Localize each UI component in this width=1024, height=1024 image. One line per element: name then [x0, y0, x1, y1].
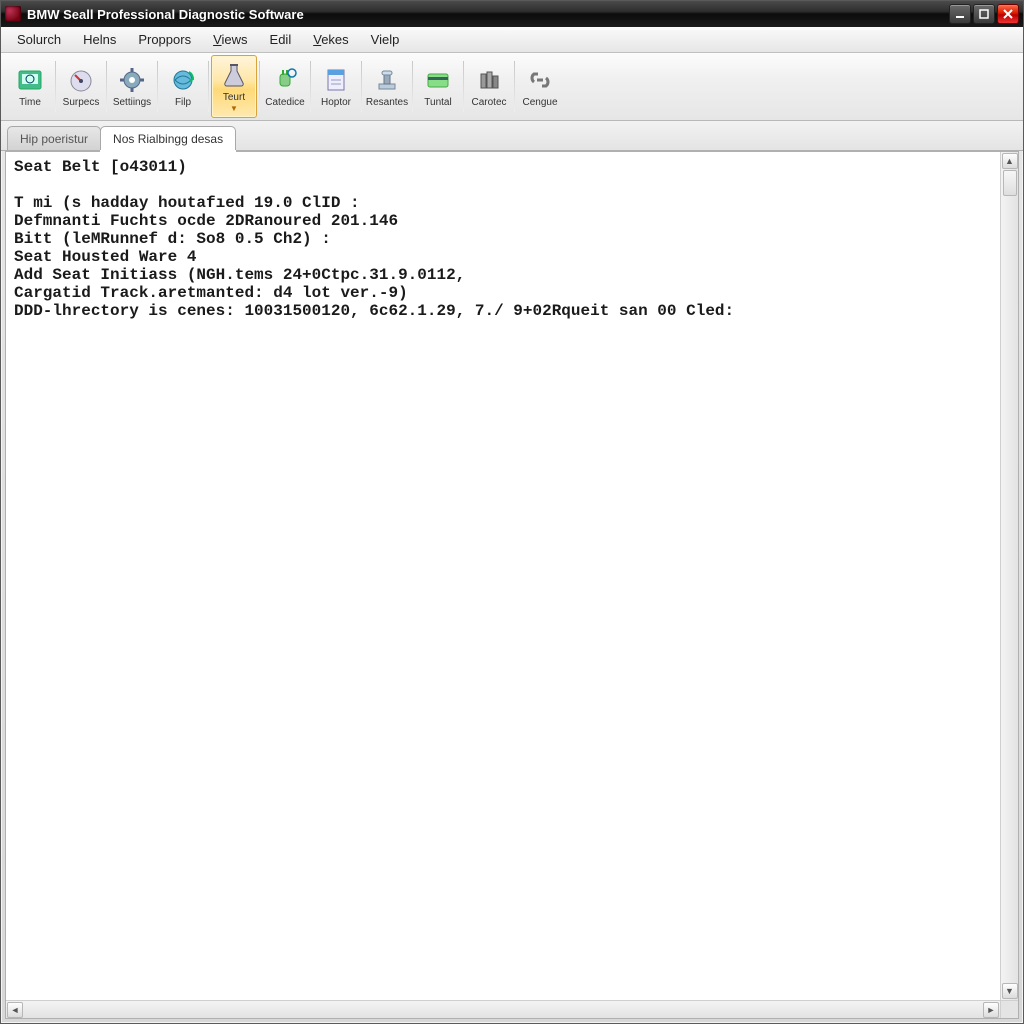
output-text: Seat Belt [o43011) T mi (s hadday houtaf… [6, 152, 1000, 1000]
flask-icon [219, 60, 249, 90]
toolbar: Time Surpecs Settiings Filp Teurt▼ Catedice Ho… [1, 53, 1023, 121]
carotec-label: Carotec [471, 98, 506, 108]
menu-vielp[interactable]: Vielp [361, 30, 410, 49]
app-window: BMW Seall Professional Diagnostic Softwa… [0, 0, 1024, 1024]
horizontal-scrollbar[interactable]: ◄ ► [6, 1000, 1000, 1018]
surpecs-button[interactable]: Surpecs [58, 55, 104, 118]
resantes-button[interactable]: Resantes [364, 55, 410, 118]
gear-icon [117, 65, 147, 95]
scrollbar-corner [1000, 1000, 1018, 1018]
content-area: Seat Belt [o43011) T mi (s hadday houtaf… [5, 151, 1019, 1019]
menu-solurch[interactable]: Solurch [7, 30, 71, 49]
tuntal-button[interactable]: Tuntal [415, 55, 461, 118]
scroll-left-button[interactable]: ◄ [7, 1002, 23, 1018]
cylinders-icon [474, 65, 504, 95]
gauge-icon [66, 65, 96, 95]
close-button[interactable] [997, 4, 1019, 24]
resantes-label: Resantes [366, 98, 408, 108]
menu-edil[interactable]: Edil [260, 30, 302, 49]
link-icon [525, 65, 555, 95]
catedice-button[interactable]: Catedice [262, 55, 308, 118]
cengue-label: Cengue [522, 98, 557, 108]
menu-views[interactable]: Views [203, 30, 257, 49]
menu-vekes[interactable]: Vekes [303, 30, 358, 49]
card-icon [423, 65, 453, 95]
scroll-down-button[interactable]: ▼ [1002, 983, 1018, 999]
file-button[interactable]: Filp [160, 55, 206, 118]
plug-refresh-icon [270, 65, 300, 95]
tuntal-label: Tuntal [424, 98, 451, 108]
teurt-label: Teurt [223, 93, 245, 103]
globe-refresh-icon [168, 65, 198, 95]
scroll-right-button[interactable]: ► [983, 1002, 999, 1018]
vertical-scrollbar[interactable]: ▲ ▼ [1000, 152, 1018, 1000]
menu-proppors[interactable]: Proppors [128, 30, 201, 49]
tab-row: Hip poeristurNos Rialbingg desas [1, 121, 1023, 151]
hoptor-label: Hoptor [321, 98, 351, 108]
window-controls [949, 4, 1019, 24]
maximize-button[interactable] [973, 4, 995, 24]
clock-icon [15, 65, 45, 95]
app-icon [5, 6, 21, 22]
teurt-button[interactable]: Teurt▼ [211, 55, 257, 118]
cengue-button[interactable]: Cengue [517, 55, 563, 118]
file-label: Filp [175, 98, 191, 108]
dropdown-arrow-icon: ▼ [230, 104, 238, 113]
settings-label: Settiings [113, 98, 151, 108]
menu-bar: SolurchHelnsPropporsViewsEdilVekesVielp [1, 27, 1023, 53]
document-icon [321, 65, 351, 95]
surpecs-label: Surpecs [63, 98, 100, 108]
titlebar: BMW Seall Professional Diagnostic Softwa… [1, 1, 1023, 27]
tab-hip[interactable]: Hip poeristur [7, 126, 101, 150]
time-label: Time [19, 98, 41, 108]
window-title: BMW Seall Professional Diagnostic Softwa… [27, 7, 304, 22]
scroll-up-button[interactable]: ▲ [1002, 153, 1018, 169]
tab-nos[interactable]: Nos Rialbingg desas [100, 126, 236, 150]
minimize-button[interactable] [949, 4, 971, 24]
vertical-scroll-thumb[interactable] [1003, 170, 1017, 196]
catedice-label: Catedice [265, 98, 304, 108]
stamp-icon [372, 65, 402, 95]
hoptor-button[interactable]: Hoptor [313, 55, 359, 118]
settings-button[interactable]: Settiings [109, 55, 155, 118]
carotec-button[interactable]: Carotec [466, 55, 512, 118]
menu-helns[interactable]: Helns [73, 30, 126, 49]
time-button[interactable]: Time [7, 55, 53, 118]
